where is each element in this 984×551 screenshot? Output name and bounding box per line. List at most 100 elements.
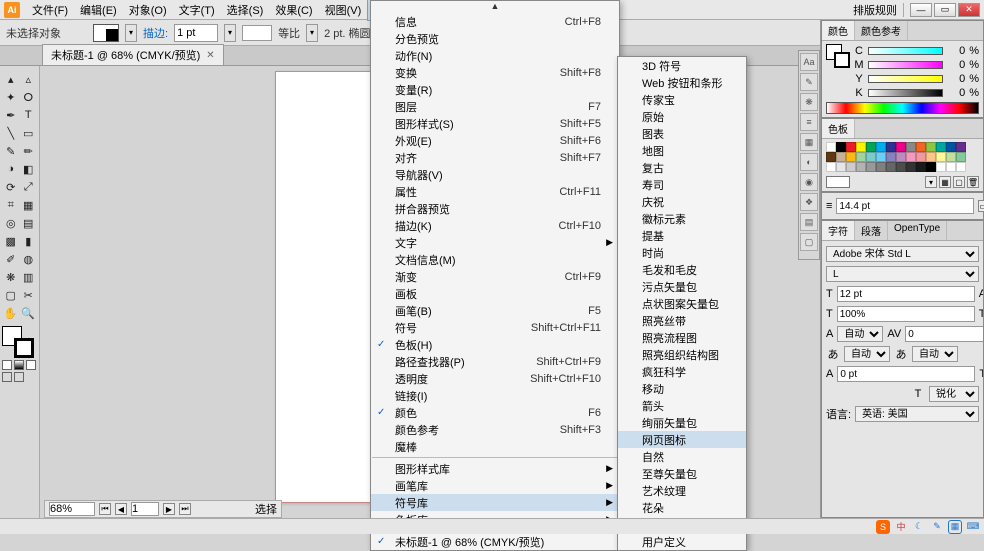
collapse-brush-icon[interactable]: ✎: [800, 73, 818, 91]
collapse-transparency-icon[interactable]: ◐: [800, 153, 818, 171]
swatch[interactable]: [866, 142, 876, 152]
fill-dropdown[interactable]: ▾: [125, 24, 137, 42]
menu-file[interactable]: 文件(F): [26, 0, 74, 20]
swatch[interactable]: [826, 142, 836, 152]
swatch[interactable]: [886, 142, 896, 152]
submenu-item[interactable]: 传家宝: [618, 91, 746, 108]
menu-effect[interactable]: 效果(C): [269, 0, 318, 20]
shape-builder-tool[interactable]: ◎: [2, 214, 20, 232]
submenu-item[interactable]: 复古: [618, 159, 746, 176]
swatch[interactable]: [876, 152, 886, 162]
swatch[interactable]: [916, 162, 926, 172]
menu-item[interactable]: 图层F7: [371, 98, 619, 115]
symbol-sprayer-tool[interactable]: ❋: [2, 268, 20, 286]
menu-item[interactable]: 渐变Ctrl+F9: [371, 268, 619, 285]
submenu-item[interactable]: 网页图标: [618, 431, 746, 448]
swatches-grid[interactable]: [826, 142, 979, 172]
submenu-item[interactable]: 自然: [618, 448, 746, 465]
vscale-input[interactable]: [837, 306, 975, 322]
swatch[interactable]: [836, 152, 846, 162]
swatch[interactable]: [956, 142, 966, 152]
submenu-item[interactable]: 绚丽矢量包: [618, 414, 746, 431]
swatch[interactable]: [886, 152, 896, 162]
window-maximize-button[interactable]: ▭: [934, 3, 956, 17]
swatch[interactable]: [876, 142, 886, 152]
swatch[interactable]: [906, 152, 916, 162]
type-tool[interactable]: T: [20, 106, 38, 124]
menu-item[interactable]: 动作(N): [371, 47, 619, 64]
direct-selection-tool[interactable]: ▵: [20, 70, 38, 88]
menu-item[interactable]: 外观(E)Shift+F6: [371, 132, 619, 149]
artboard-number-input[interactable]: [131, 502, 159, 516]
new-group-icon[interactable]: ▢: [953, 176, 965, 188]
stroke-label[interactable]: 描边:: [143, 25, 168, 41]
swatch[interactable]: [896, 152, 906, 162]
swatch[interactable]: [856, 142, 866, 152]
zoom-tool[interactable]: 🔍: [20, 304, 38, 322]
width-tool[interactable]: ⌗: [2, 196, 20, 214]
none-mode-icon[interactable]: [26, 360, 36, 370]
swatches-tab[interactable]: 色板: [822, 119, 855, 138]
pencil-tool[interactable]: ✏: [20, 142, 38, 160]
menu-item[interactable]: 路径查找器(P)Shift+Ctrl+F9: [371, 353, 619, 370]
layout-label[interactable]: 排版规则: [853, 2, 897, 18]
swatch[interactable]: [916, 142, 926, 152]
menu-item[interactable]: 导航器(V): [371, 166, 619, 183]
swatch[interactable]: [896, 142, 906, 152]
menu-item[interactable]: 链接(I): [371, 387, 619, 404]
menu-item[interactable]: 对齐Shift+F7: [371, 149, 619, 166]
submenu-item[interactable]: 照亮丝带: [618, 312, 746, 329]
blend-tool[interactable]: ◍: [20, 250, 38, 268]
swatch[interactable]: [856, 152, 866, 162]
free-transform-tool[interactable]: ▦: [20, 196, 38, 214]
document-tab[interactable]: 未标题-1 @ 68% (CMYK/预览) ✕: [42, 44, 224, 65]
stroke-weight-field[interactable]: [836, 198, 974, 214]
menu-item[interactable]: 图形样式(S)Shift+F5: [371, 115, 619, 132]
menu-scroll-up-icon[interactable]: ▲: [371, 1, 619, 13]
swatch[interactable]: [876, 162, 886, 172]
collapse-layers-icon[interactable]: ▤: [800, 213, 818, 231]
stroke-dropdown[interactable]: ▾: [224, 24, 236, 42]
submenu-item[interactable]: 移动: [618, 380, 746, 397]
stroke-swatch[interactable]: [14, 338, 34, 358]
submenu-item[interactable]: 污点矢量包: [618, 278, 746, 295]
perspective-tool[interactable]: ▤: [20, 214, 38, 232]
font-size-input[interactable]: [837, 286, 975, 302]
menu-item[interactable]: 拼合器预览: [371, 200, 619, 217]
tray-icon-1[interactable]: S: [876, 520, 890, 534]
menu-item[interactable]: 画笔(B)F5: [371, 302, 619, 319]
swatch[interactable]: [856, 162, 866, 172]
opentype-tab[interactable]: OpenType: [888, 221, 947, 240]
swatch[interactable]: [936, 152, 946, 162]
color-spectrum[interactable]: [826, 102, 979, 114]
collapse-artboards-icon[interactable]: ▢: [800, 233, 818, 251]
swatch[interactable]: [836, 142, 846, 152]
fill-stroke-swatch[interactable]: [93, 24, 119, 42]
fill-stroke-control[interactable]: [2, 326, 34, 358]
stroke-weight-input[interactable]: [174, 24, 218, 42]
menu-item[interactable]: 魔棒: [371, 438, 619, 455]
submenu-item[interactable]: 徽标元素: [618, 210, 746, 227]
tray-icon-6[interactable]: ⌨: [966, 520, 980, 534]
swatch[interactable]: [846, 152, 856, 162]
submenu-item[interactable]: 用户定义: [618, 533, 746, 550]
collapse-appearance-icon[interactable]: ◉: [800, 173, 818, 191]
kerning-select[interactable]: 自动: [837, 326, 883, 342]
delete-swatch-icon[interactable]: 🗑: [967, 176, 979, 188]
menu-item[interactable]: 符号Shift+Ctrl+F11: [371, 319, 619, 336]
swatch[interactable]: [846, 162, 856, 172]
font-family-select[interactable]: Adobe 宋体 Std L: [826, 246, 979, 262]
pen-tool[interactable]: ✒: [2, 106, 20, 124]
swatch[interactable]: [936, 142, 946, 152]
menu-item[interactable]: ✓未标题-1 @ 68% (CMYK/预览): [371, 533, 619, 550]
language-select[interactable]: 英语: 美国: [855, 406, 979, 422]
swatch[interactable]: [906, 142, 916, 152]
menu-item[interactable]: 属性Ctrl+F11: [371, 183, 619, 200]
swatch[interactable]: [946, 142, 956, 152]
line-tool[interactable]: ╲: [2, 124, 20, 142]
magenta-slider[interactable]: [868, 61, 943, 69]
submenu-item[interactable]: 3D 符号: [618, 57, 746, 74]
submenu-item[interactable]: 艺术纹理: [618, 482, 746, 499]
paragraph-tab[interactable]: 段落: [855, 221, 888, 240]
color-mode-icon[interactable]: [2, 360, 12, 370]
